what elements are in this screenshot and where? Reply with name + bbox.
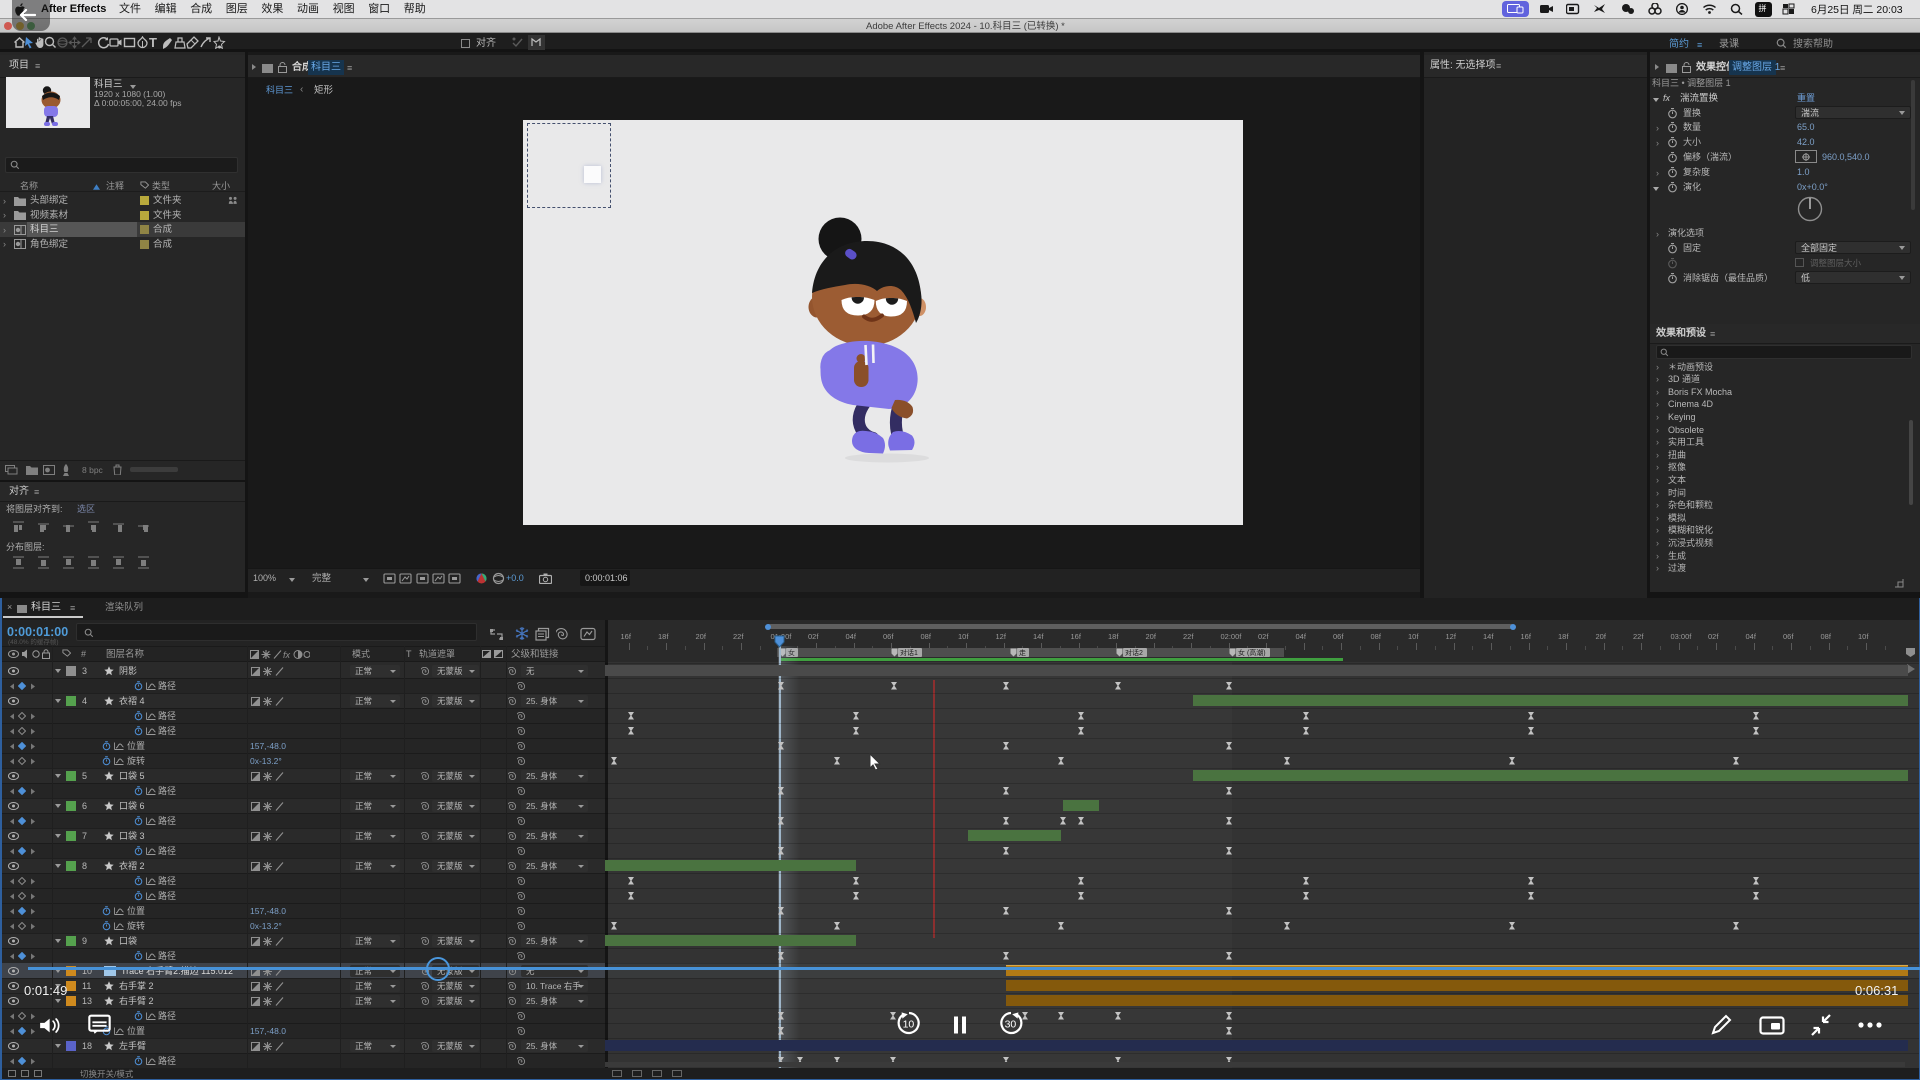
svg-text:10: 10 [903, 1019, 915, 1031]
svg-text:fx: fx [283, 650, 291, 659]
svg-text:30: 30 [1005, 1019, 1017, 1031]
